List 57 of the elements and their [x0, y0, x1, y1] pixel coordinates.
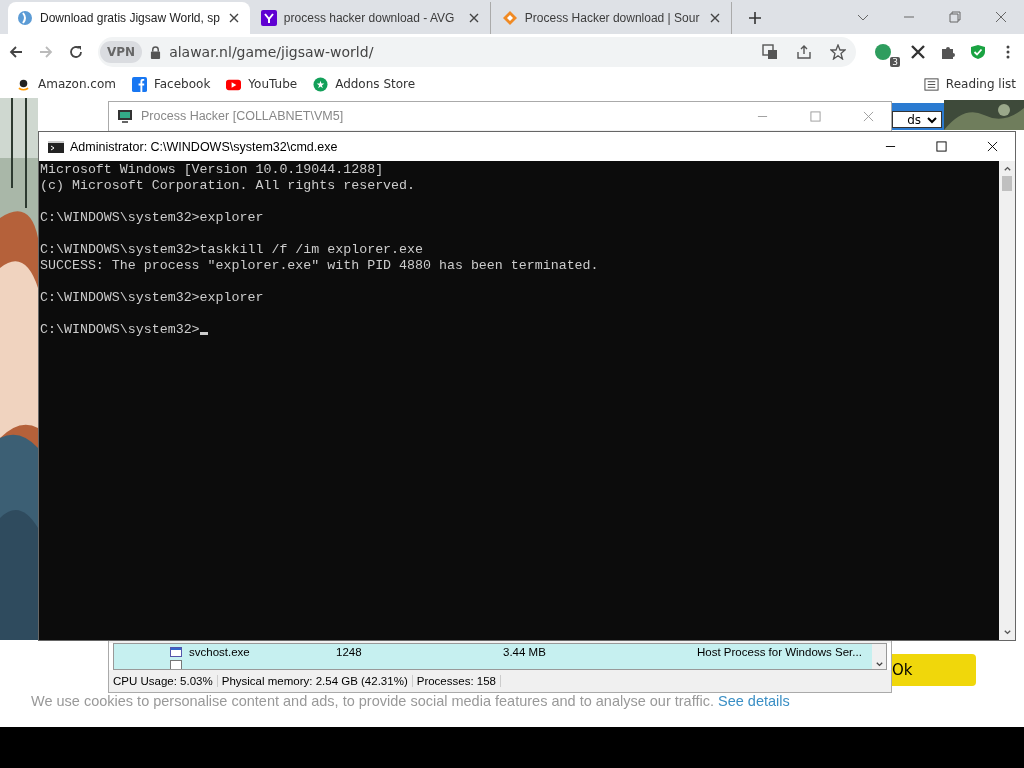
x-icon[interactable]	[910, 44, 926, 60]
window-title: Process Hacker [COLLABNET\VM5]	[141, 109, 344, 123]
console-icon	[48, 140, 64, 153]
caret-icon[interactable]	[1002, 164, 1012, 173]
console-line: Microsoft Windows [Version 10.0.19044.1288]	[40, 162, 384, 177]
vpn-badge[interactable]: VPN	[100, 41, 143, 63]
window-icon	[170, 647, 182, 657]
console-line: C:\WINDOWS\system32>explorer	[40, 210, 264, 225]
new-tab-icon[interactable]	[747, 11, 762, 25]
share-icon[interactable]	[796, 44, 812, 60]
console-line: C:\WINDOWS\system32>taskkill /f /im explorer.exe	[40, 242, 423, 257]
browser-tab[interactable]: Download gratis Jigsaw World, sp	[8, 2, 250, 34]
status-text: Processes: 158	[412, 675, 501, 687]
scrollbar[interactable]	[999, 161, 1015, 640]
window-title: Administrator: C:\WINDOWS\system32\cmd.exe	[70, 139, 338, 154]
ok-button[interactable]: Ok	[892, 654, 976, 686]
address-bar[interactable]: VPN alawar.nl/game/jigsaw-world/	[98, 37, 856, 67]
count-badge: 3	[890, 57, 900, 67]
status-text: CPU Usage: 5.03%	[109, 675, 218, 687]
console-line: (c) Microsoft Corporation. All rights reserved.	[40, 178, 416, 193]
monitor-icon	[117, 109, 133, 123]
see-details-link[interactable]: See details	[718, 693, 790, 709]
diamond-icon	[501, 10, 518, 26]
maximize-icon[interactable]	[936, 141, 947, 152]
reading-list-button[interactable]: Reading list	[923, 76, 1016, 92]
bookmark[interactable]: Amazon.com	[16, 76, 116, 92]
bookmark[interactable]: YouTube	[226, 76, 298, 92]
reload-icon[interactable]	[68, 44, 84, 60]
shield-icon[interactable]	[970, 44, 986, 60]
scroll-thumb[interactable]	[1002, 176, 1012, 191]
table-cell-text: 1248	[336, 646, 363, 658]
dropdown[interactable]: ds	[892, 111, 942, 128]
console-line: C:\WINDOWS\system32>	[40, 322, 200, 337]
translate-icon[interactable]	[762, 44, 778, 60]
scrollbar[interactable]	[872, 644, 886, 669]
globe-icon	[17, 10, 33, 26]
caret-icon[interactable]	[874, 660, 884, 669]
table-cell-text: svchost.exe	[189, 646, 251, 658]
close-icon[interactable]	[987, 141, 998, 152]
back-icon[interactable]	[8, 44, 24, 60]
cookie-notice: We use cookies to personalise content and ads, to provide social media features and to analyse our traffic. See details	[31, 693, 790, 709]
list-icon	[923, 76, 939, 92]
star-icon[interactable]	[830, 44, 846, 60]
bookmark[interactable]: Addons Store	[313, 76, 416, 92]
puzzle-icon[interactable]	[940, 44, 956, 60]
table-cell-text: 3.44 MB	[503, 646, 547, 658]
console-line: SUCCESS: The process "explorer.exe" with PID 4880 has been terminated.	[40, 258, 599, 273]
bookmark-icon	[131, 76, 147, 92]
text-cursor	[199, 332, 208, 335]
caret-icon	[927, 114, 937, 125]
status-text: Physical memory: 2.54 GB (42.31%)	[217, 675, 413, 687]
restore-icon[interactable]	[949, 11, 961, 23]
lock-icon	[150, 45, 162, 59]
table-cell: Host Process for Windows Ser...	[697, 646, 862, 658]
caret-icon[interactable]	[1002, 628, 1012, 637]
console-line: C:\WINDOWS\system32>explorer	[40, 290, 264, 305]
bookmark[interactable]: Facebook	[131, 76, 211, 92]
